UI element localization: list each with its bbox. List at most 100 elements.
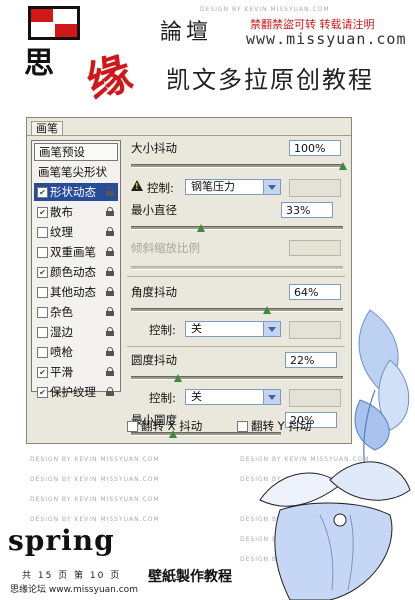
logo-think-glyph: 思 [24,46,54,81]
lock-icon[interactable] [106,387,114,396]
size-jitter-input[interactable]: 100% [289,140,341,156]
lock-icon[interactable] [106,247,114,256]
brush-option-item[interactable]: 杂色 [34,303,118,321]
section-divider [127,276,345,277]
angle-control-select[interactable]: 关 [185,321,281,337]
lock-icon[interactable] [106,307,114,316]
angle-control-value: 关 [191,322,202,335]
brush-option-item[interactable]: ✔ 保护纹理 [34,383,118,401]
tutorial-title: 凯文多拉原创教程 [166,66,374,94]
bottom-credit: 思缘论坛 www.missyuan.com [10,585,138,595]
logo-fate-glyph: 缘 [80,47,139,110]
size-jitter-slider-thumb[interactable] [339,162,347,170]
size-control-value: 钢笔压力 [191,180,235,193]
option-label: 保护纹理 [50,385,96,399]
option-checkbox[interactable]: ✔ [37,187,48,198]
option-checkbox[interactable] [37,247,48,258]
site-url: www.missyuan.com [246,30,407,48]
roundness-jitter-input[interactable]: 22% [285,352,337,368]
tilt-scale-slider [131,266,343,270]
size-control-select[interactable]: 钢笔压力 [185,179,281,195]
min-diameter-slider-thumb[interactable] [196,224,205,232]
option-label: 湿边 [50,325,73,339]
chevron-down-icon [263,322,280,336]
option-checkbox[interactable]: ✔ [37,207,48,218]
option-label: 纹理 [50,225,73,239]
flip-x-checkbox[interactable] [127,421,138,432]
warning-icon [131,180,143,191]
lock-icon[interactable] [106,187,114,196]
min-diameter-input[interactable]: 33% [281,202,333,218]
lock-icon[interactable] [106,367,114,376]
brush-option-item[interactable]: 其他动态 [34,283,118,301]
brush-tip-shape-label: 画笔笔尖形状 [38,165,107,179]
option-label: 杂色 [50,305,73,319]
option-label: 颜色动态 [50,265,96,279]
brush-option-item[interactable]: 湿边 [34,323,118,341]
angle-jitter-slider-thumb[interactable] [262,306,271,314]
brush-option-item[interactable]: 喷枪 [34,343,118,361]
min-diameter-label: 最小直径 [131,203,177,217]
option-checkbox[interactable] [37,307,48,318]
brush-panel: 画笔 画笔预设 画笔笔尖形状 ✔ 形状动态 ✔ 散布 纹理 双重画笔 ✔ 颜色动态 其他动态 杂色… [26,117,352,444]
tilt-scale-label: 倾斜缩放比例 [131,241,200,255]
lock-icon[interactable] [106,347,114,356]
watermark: DESIGN BY KEVIN MISSYUAN.COM [30,476,160,483]
option-label: 其他动态 [50,285,96,299]
brush-tip-shape-item[interactable]: 画笔笔尖形状 [34,163,118,181]
angle-jitter-input[interactable]: 64% [289,284,341,300]
brush-option-item[interactable]: ✔ 形状动态 [34,183,118,201]
option-label: 喷枪 [50,345,73,359]
section-divider [127,346,345,347]
logo-mark [28,6,80,40]
lock-icon[interactable] [106,267,114,276]
lock-icon[interactable] [106,287,114,296]
roundness-jitter-label: 圆度抖动 [131,353,177,367]
brush-presets-label: 画笔预设 [39,145,85,159]
flip-y-label: 翻转 Y 抖动 [251,419,312,433]
option-label: 双重画笔 [50,245,96,259]
option-checkbox[interactable] [37,347,48,358]
brush-presets-item[interactable]: 画笔预设 [34,143,118,161]
brush-option-item[interactable]: 纹理 [34,223,118,241]
chevron-down-icon [263,390,280,404]
option-checkbox[interactable] [37,287,48,298]
size-control-extra [289,179,341,197]
brush-option-item[interactable]: ✔ 平滑 [34,363,118,381]
min-diameter-slider[interactable] [131,226,343,230]
option-label: 形状动态 [50,185,96,199]
flip-x-label: 翻转 X 抖动 [141,419,203,433]
flip-y-checkbox[interactable] [237,421,248,432]
roundness-control-select[interactable]: 关 [185,389,281,405]
brush-option-item[interactable]: ✔ 散布 [34,203,118,221]
roundness-jitter-slider[interactable] [131,376,343,380]
wallpaper-tutorial-title: 壁紙製作教程 [148,569,232,585]
brush-settings: 大小抖动 100% 控制: 钢笔压力 最小直径 33% 倾斜缩放比例 角度抖动 … [127,138,347,438]
brush-option-item[interactable]: 双重画笔 [34,243,118,261]
roundness-jitter-slider-thumb[interactable] [173,374,182,382]
watermark: DESIGN BY KEVIN MISSYUAN.COM [200,6,330,13]
watermark: DESIGN BY KEVIN MISSYUAN.COM [30,456,160,463]
option-checkbox[interactable]: ✔ [37,367,48,378]
option-checkbox[interactable]: ✔ [37,267,48,278]
angle-jitter-label: 角度抖动 [131,285,177,299]
size-jitter-label: 大小抖动 [131,141,177,155]
angle-control-label: 控制: [149,323,176,337]
lock-icon[interactable] [106,327,114,336]
watermark: DESIGN BY KEVIN MISSYUAN.COM [30,516,160,523]
option-checkbox[interactable] [37,327,48,338]
option-checkbox[interactable] [37,227,48,238]
spring-title: spring [8,524,115,557]
lock-icon[interactable] [106,227,114,236]
tab-brush[interactable]: 画笔 [31,121,63,136]
lock-icon[interactable] [106,207,114,216]
roundness-control-extra [289,389,341,407]
size-jitter-slider[interactable] [131,164,343,168]
brush-option-item[interactable]: ✔ 颜色动态 [34,263,118,281]
tab-divider [27,135,351,136]
chevron-down-icon [263,180,280,194]
option-checkbox[interactable]: ✔ [37,387,48,398]
header-banner: 思 缘 論壇 禁翻禁盜可转 转载请注明 www.missyuan.com 凯文多… [0,0,415,115]
option-label: 散布 [50,205,73,219]
angle-jitter-slider[interactable] [131,308,343,312]
